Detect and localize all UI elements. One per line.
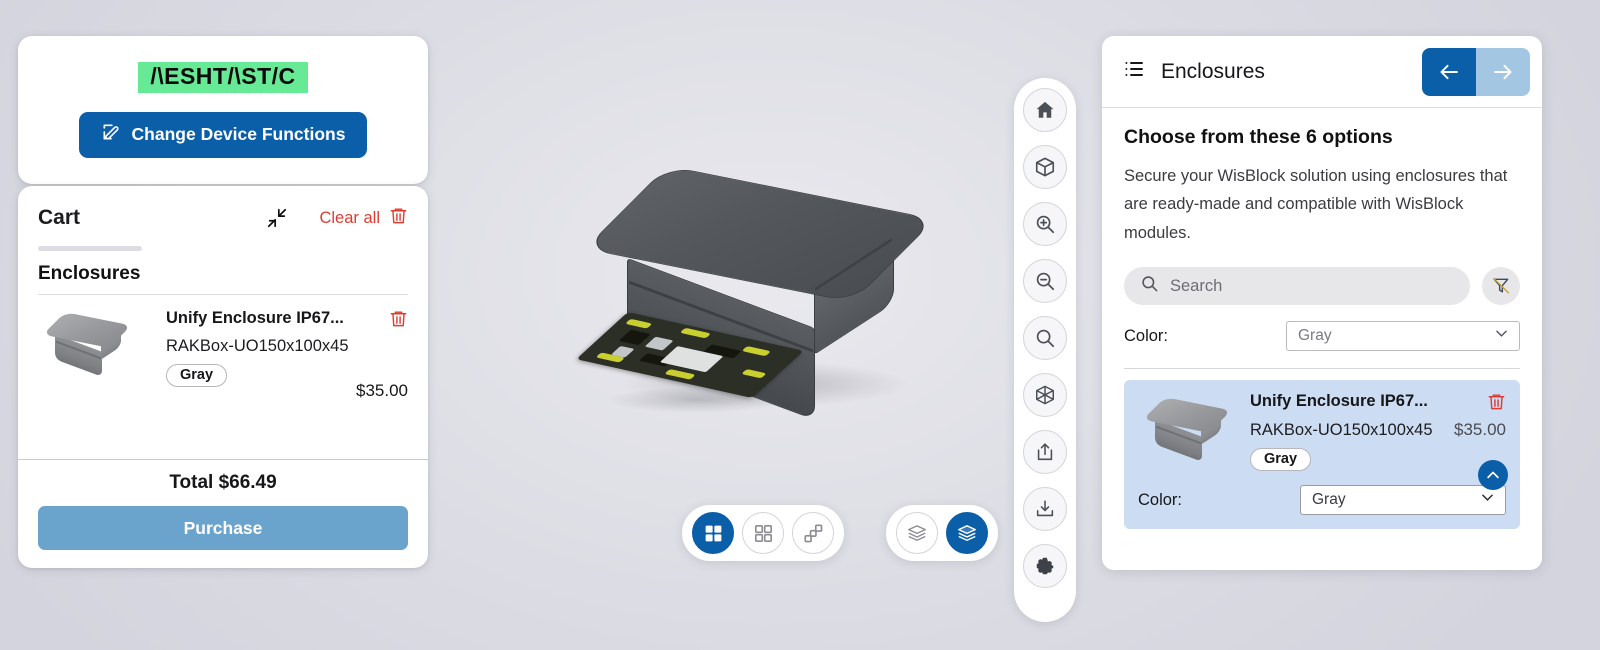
product-card[interactable]: Unify Enclosure IP67... RAKBox-UO150x100… — [1124, 380, 1520, 530]
color-filter-row: Color: Gray — [1124, 321, 1520, 352]
layers-outline-icon[interactable] — [896, 512, 938, 554]
cart-item-info: Unify Enclosure IP67... RAKBox-UO150x100… — [166, 307, 408, 387]
search-icon[interactable] — [1023, 316, 1067, 360]
change-device-functions-button[interactable]: Change Device Functions — [78, 111, 368, 158]
color-filter-label: Color: — [1124, 326, 1169, 345]
pencil-square-icon — [101, 122, 121, 147]
wireframe-cube-icon[interactable] — [1023, 373, 1067, 417]
product-thumbnail — [1138, 392, 1238, 466]
brand-card: /\ESHT/\ST/C Change Device Functions — [18, 36, 428, 184]
grid-outline-icon[interactable] — [742, 512, 784, 554]
viewer-toolbar — [1014, 78, 1076, 622]
product-color-chip: Gray — [1250, 448, 1312, 472]
catalog-description: Secure your WisBlock solution using encl… — [1124, 167, 1508, 242]
cart-section-title: Enclosures — [38, 263, 141, 284]
catalog-title: Enclosures — [1161, 59, 1265, 83]
cart-item-color-chip: Gray — [166, 364, 228, 387]
home-icon[interactable] — [1023, 88, 1067, 132]
search-input[interactable] — [1170, 276, 1454, 296]
cart-item-name: Unify Enclosure IP67... — [166, 309, 344, 327]
product-price: $35.00 — [1454, 420, 1506, 440]
product-delete-button[interactable] — [1487, 392, 1506, 416]
search-field[interactable] — [1124, 267, 1470, 306]
zoom-out-icon[interactable] — [1023, 259, 1067, 303]
cart-item[interactable]: Unify Enclosure IP67... RAKBox-UO150x100… — [38, 295, 408, 400]
upload-icon[interactable] — [1023, 430, 1067, 474]
product-color-value: Gray — [1312, 491, 1346, 509]
chevron-down-icon — [1493, 325, 1510, 347]
catalog-heading: Choose from these 6 options — [1124, 126, 1393, 148]
product-sku: RAKBox-UO150x100x45 — [1250, 421, 1433, 440]
clear-all-button[interactable]: Clear all — [319, 206, 408, 230]
catalog-nav-group — [1422, 47, 1530, 96]
search-icon — [1140, 274, 1159, 298]
scatter-layout-icon[interactable] — [792, 512, 834, 554]
cart-item-sku: RAKBox-UO150x100x45 — [166, 337, 349, 355]
product-info: Unify Enclosure IP67... RAKBox-UO150x100… — [1250, 392, 1506, 472]
chevron-up-icon[interactable] — [1478, 460, 1508, 491]
search-row — [1124, 267, 1520, 306]
cart-items-container: Enclosures Unify Enclosure IP67... RAKBo… — [18, 251, 428, 459]
cart-item-delete-button[interactable] — [389, 309, 408, 333]
cart-item-thumbnail — [38, 307, 152, 383]
zoom-in-icon[interactable] — [1023, 202, 1067, 246]
clear-all-label: Clear all — [319, 208, 380, 227]
product-color-label: Color: — [1138, 490, 1183, 509]
purchase-button[interactable]: Purchase — [38, 506, 408, 550]
divider — [1124, 368, 1520, 370]
gear-icon[interactable] — [1023, 544, 1067, 588]
color-filter-value: Gray — [1298, 327, 1332, 345]
download-icon[interactable] — [1023, 487, 1067, 531]
catalog-header: Enclosures — [1102, 36, 1542, 108]
catalog-panel: Enclosures Choose from these 6 options S… — [1102, 36, 1542, 570]
cart-footer: Total $66.49 Purchase — [18, 459, 428, 568]
color-filter-select[interactable]: Gray — [1286, 321, 1520, 352]
cart-total: Total $66.49 — [169, 472, 277, 493]
stack-mode-group — [886, 505, 998, 561]
product-color-select[interactable]: Gray — [1300, 485, 1506, 516]
collapse-arrows-icon[interactable] — [263, 204, 291, 232]
grid-filled-icon[interactable] — [692, 512, 734, 554]
meshtastic-logo: /\ESHT/\ST/C — [138, 62, 308, 93]
list-icon[interactable] — [1122, 57, 1146, 86]
product-top-row: Unify Enclosure IP67... RAKBox-UO150x100… — [1138, 392, 1506, 472]
product-sku-price-row: RAKBox-UO150x100x45 $35.00 — [1250, 420, 1506, 440]
catalog-body: Choose from these 6 options Secure your … — [1102, 108, 1542, 570]
product-color-row: Color: Gray — [1138, 485, 1506, 516]
box-icon[interactable] — [1023, 145, 1067, 189]
cart-title: Cart — [38, 206, 81, 229]
layout-mode-group — [682, 505, 844, 561]
chevron-down-icon — [1479, 489, 1496, 511]
filter-off-icon[interactable] — [1482, 267, 1520, 306]
trash-icon — [389, 206, 408, 230]
arrow-left-icon[interactable] — [1422, 47, 1476, 96]
cart-item-price: $35.00 — [356, 381, 408, 400]
arrow-right-icon[interactable] — [1476, 47, 1530, 96]
change-device-functions-label: Change Device Functions — [131, 124, 346, 145]
product-name: Unify Enclosure IP67... — [1250, 392, 1428, 411]
enclosure-3d-model[interactable] — [576, 165, 956, 425]
cart-header: Cart Clear all — [18, 186, 428, 232]
layers-filled-icon[interactable] — [946, 512, 988, 554]
cart-panel: Cart Clear all Enclosures Unify Enclosur… — [18, 186, 428, 568]
